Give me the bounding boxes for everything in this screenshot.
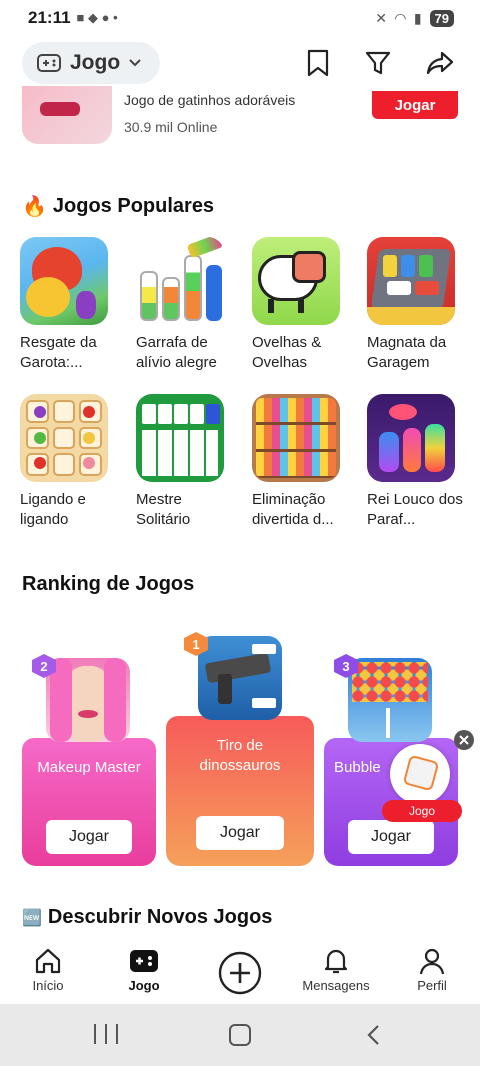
- dragon-icon: [20, 237, 108, 325]
- rank-game-name: Makeup Master: [37, 759, 141, 776]
- rank-game-name: Bubble: [334, 759, 381, 776]
- game-label: Mestre Solitário: [136, 491, 191, 528]
- promo-play-button[interactable]: Jogar: [372, 91, 458, 119]
- game-item[interactable]: Magnata da Garagem: [367, 237, 467, 373]
- fruits-icon: [20, 394, 108, 482]
- screws-icon: [367, 394, 455, 482]
- nav-home-label: Início: [32, 978, 64, 993]
- makeup-master-thumbnail: [46, 658, 130, 742]
- filter-icon: [365, 51, 391, 75]
- share-icon: [426, 51, 454, 75]
- dice-icon: [390, 744, 450, 804]
- game-item[interactable]: Ovelhas & Ovelhas: [252, 237, 352, 373]
- nav-home[interactable]: Início: [8, 946, 88, 993]
- back-icon[interactable]: [366, 1024, 382, 1046]
- nav-create-button[interactable]: [200, 950, 280, 998]
- bell-icon: [324, 949, 348, 974]
- rank-card[interactable]: Makeup Master Jogar: [22, 738, 156, 866]
- game-item[interactable]: Ligando e ligando: [20, 394, 120, 530]
- notification-icons: ■ ◆ ● •: [76, 10, 118, 25]
- fire-icon: 🔥: [22, 196, 47, 218]
- signal-icon: ▮: [413, 9, 422, 26]
- game-item[interactable]: Garrafa de alívio alegre: [136, 237, 236, 373]
- gamepad-icon: [37, 54, 61, 72]
- dinosaur-shooter-thumbnail: [198, 636, 282, 720]
- rank-play-button[interactable]: Jogar: [46, 820, 132, 854]
- chevron-down-icon: [129, 59, 141, 67]
- rank-card[interactable]: Tiro de dinossauros Jogar: [166, 716, 314, 866]
- bookmark-icon: [307, 49, 329, 77]
- game-label: Eliminação divertida d...: [252, 491, 334, 528]
- discover-section-title: 🆕 Descubrir Novos Jogos: [22, 906, 273, 928]
- home-button[interactable]: [229, 1024, 251, 1046]
- nav-messages[interactable]: Mensagens: [296, 946, 376, 993]
- game-label: Resgate da Garota:...: [20, 334, 97, 371]
- nav-profile-label: Perfil: [417, 978, 447, 993]
- filter-button[interactable]: [361, 46, 395, 80]
- bookmark-button[interactable]: [301, 46, 335, 80]
- game-item[interactable]: Mestre Solitário: [136, 394, 236, 530]
- promo-game-thumbnail: [22, 86, 112, 144]
- floating-game-label: Jogo: [382, 800, 462, 822]
- cards-icon: [136, 394, 224, 482]
- close-floating-button[interactable]: [454, 730, 474, 750]
- rank-play-button[interactable]: Jogar: [196, 816, 284, 850]
- status-bar: 21:11 ■ ◆ ● • ✕ ◠ ▮ 79: [0, 0, 480, 36]
- shelf-icon: [252, 394, 340, 482]
- promo-game-card[interactable]: Jogo de gatinhos adoráveis 30.9 mil Onli…: [0, 86, 480, 148]
- bubble-thumbnail: [348, 658, 432, 742]
- bottles-icon: [136, 237, 224, 325]
- recent-apps-button[interactable]: [94, 1024, 118, 1046]
- share-button[interactable]: [423, 46, 457, 80]
- game-label: Ligando e ligando: [20, 491, 86, 528]
- new-icon: 🆕: [22, 909, 42, 927]
- person-icon: [419, 948, 445, 975]
- nav-games[interactable]: Jogo: [104, 946, 184, 993]
- game-item[interactable]: Resgate da Garota:...: [20, 237, 120, 373]
- system-nav-bar: [0, 1004, 480, 1066]
- nav-messages-label: Mensagens: [302, 978, 370, 993]
- nav-profile[interactable]: Perfil: [392, 946, 472, 993]
- promo-title: Jogo de gatinhos adoráveis: [124, 92, 296, 108]
- game-label: Rei Louco dos Paraf...: [367, 491, 463, 528]
- rank-game-name: Tiro de dinossauros: [199, 737, 281, 774]
- top-bar: Jogo: [0, 40, 480, 86]
- nav-games-label: Jogo: [128, 978, 160, 993]
- bottom-nav: Início Jogo Mensagens Perfil: [0, 938, 480, 1004]
- mute-icon: ✕: [375, 9, 388, 26]
- game-item[interactable]: Eliminação divertida d...: [252, 394, 352, 530]
- game-item[interactable]: Rei Louco dos Paraf...: [367, 394, 467, 530]
- floating-game-widget[interactable]: Jogo: [382, 740, 462, 828]
- home-icon: [35, 948, 61, 974]
- plus-circle-icon: [218, 951, 262, 995]
- popular-section-title: 🔥 Jogos Populares: [22, 195, 215, 218]
- close-icon: [459, 735, 469, 745]
- wifi-icon: ◠: [395, 9, 406, 26]
- battery-indicator: 79: [429, 9, 454, 27]
- promo-online-count: 30.9 mil Online: [124, 119, 218, 135]
- sheep-icon: [252, 237, 340, 325]
- status-time: 21:11: [28, 8, 71, 27]
- gamepad-icon: [130, 950, 158, 972]
- category-label: Jogo: [70, 51, 121, 74]
- category-dropdown[interactable]: Jogo: [22, 42, 160, 84]
- game-label: Garrafa de alívio alegre: [136, 334, 217, 371]
- ranking-section-title: Ranking de Jogos: [22, 573, 195, 595]
- game-label: Ovelhas & Ovelhas: [252, 334, 322, 371]
- cars-icon: [367, 237, 455, 325]
- game-label: Magnata da Garagem: [367, 334, 447, 371]
- ranking-carousel: Makeup Master Jogar 2 Tiro de dinossauro…: [0, 628, 480, 868]
